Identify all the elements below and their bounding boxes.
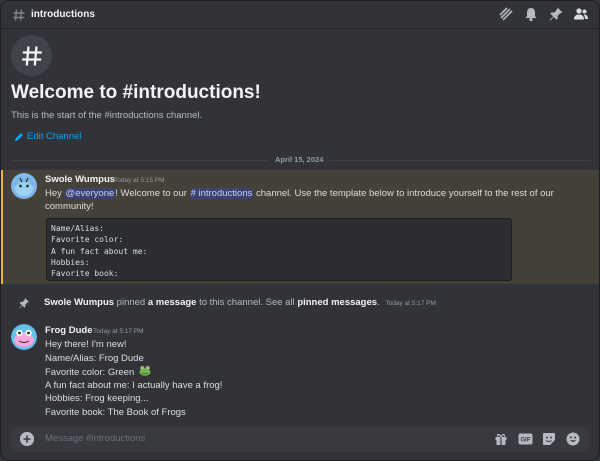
message-line: Hobbies: Frog keeping... — [45, 393, 149, 404]
message-line-color: Favorite color: Green — [45, 365, 151, 379]
pinned-message-link[interactable]: a message — [148, 297, 197, 308]
system-text: pinned — [114, 297, 148, 308]
message-text: ! Welcome to our — [115, 188, 190, 199]
message-text: channel. Use the template below to intro… — [253, 188, 554, 199]
bell-icon[interactable] — [523, 6, 539, 22]
app-window: introductions Welcome to #introductions!… — [0, 0, 600, 461]
sticker-icon[interactable] — [541, 431, 557, 447]
message-composer[interactable]: Message #introductions GIF — [11, 426, 589, 452]
emoji-icon[interactable] — [565, 431, 581, 447]
system-timestamp: Today at 5:17 PM — [385, 300, 436, 307]
message-line: Name/Alias: Frog Dude — [45, 352, 144, 364]
code-line: Favorite book: — [51, 269, 119, 279]
message-line: A fun fact about me: I actually have a f… — [45, 379, 223, 391]
system-message-pin: Swole Wumpus pinned a message to this ch… — [1, 293, 599, 313]
code-block: Name/Alias: Favorite color: A fun fact a… — [46, 218, 512, 281]
message-line: Hey there! I'm new! — [45, 339, 127, 350]
code-line: A fun fact about me: — [51, 246, 148, 256]
hash-icon — [21, 45, 42, 66]
code-line: Name/Alias: — [51, 224, 104, 233]
avatar[interactable] — [11, 173, 37, 199]
threads-icon[interactable] — [498, 6, 514, 22]
edit-channel-link[interactable]: Edit Channel — [14, 131, 81, 142]
welcome-title: Welcome to #introductions! — [11, 82, 261, 103]
plus-icon — [20, 432, 34, 446]
message-body: Hey @everyone! Welcome to our # introduc… — [45, 187, 575, 213]
message-timestamp: Today at 5:15 PM — [114, 177, 165, 184]
message-author[interactable]: Frog Dude — [45, 325, 93, 336]
channel-header: introductions — [1, 1, 599, 29]
code-line: Hobbies: — [51, 257, 90, 267]
message-text: community! — [45, 201, 94, 212]
message-text: Hey — [45, 188, 65, 199]
message-timestamp: Today at 5:17 PM — [93, 328, 144, 335]
system-message-text: Swole Wumpus pinned a message to this ch… — [44, 297, 436, 308]
edit-channel-label: Edit Channel — [27, 131, 82, 142]
svg-text:GIF: GIF — [520, 438, 530, 444]
date-divider-label: April 15, 2024 — [269, 155, 330, 164]
gif-icon[interactable]: GIF — [517, 431, 533, 447]
hash-icon — [11, 7, 27, 23]
pencil-icon — [15, 132, 23, 141]
message-line: Favorite book: The Book of Frogs — [45, 406, 186, 418]
channel-mention[interactable]: # introductions — [189, 188, 254, 199]
pin-icon[interactable] — [548, 6, 564, 22]
pinned-messages-link[interactable]: pinned messages — [297, 297, 377, 308]
message-highlighted[interactable]: Swole Wumpus Today at 5:15 PM Hey @every… — [1, 170, 599, 284]
code-line: Favorite color: — [51, 235, 124, 245]
message-line: Favorite color: Green — [45, 367, 135, 378]
message[interactable]: Frog Dude Today at 5:17 PM Hey there! I'… — [1, 321, 599, 421]
channel-name: introductions — [31, 9, 95, 20]
system-text: to this channel. See all — [196, 297, 298, 308]
frog-emoji-icon — [139, 365, 151, 376]
gift-icon[interactable] — [493, 431, 509, 447]
avatar[interactable] — [11, 324, 37, 350]
add-attachment-button[interactable] — [20, 432, 34, 446]
system-text: . — [377, 297, 380, 308]
message-author[interactable]: Swole Wumpus — [45, 174, 115, 185]
channel-welcome-icon — [11, 35, 52, 76]
members-icon[interactable] — [573, 6, 589, 22]
message-input[interactable]: Message #introductions — [45, 433, 145, 444]
system-author[interactable]: Swole Wumpus — [44, 297, 114, 308]
mention-everyone[interactable]: @everyone — [64, 188, 116, 199]
welcome-subtitle: This is the start of the #introductions … — [11, 110, 203, 121]
pin-icon — [19, 298, 29, 309]
